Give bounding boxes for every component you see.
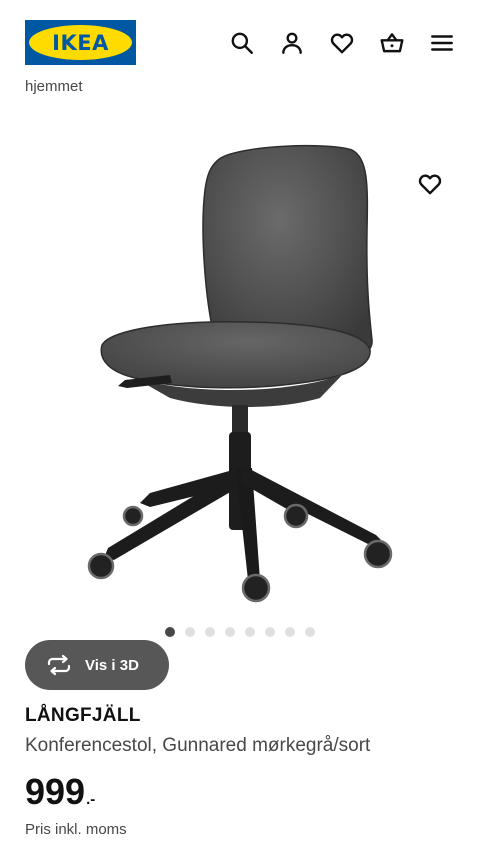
product-price: 999 .- <box>25 771 95 813</box>
heart-icon[interactable] <box>327 28 357 58</box>
menu-icon[interactable] <box>427 28 457 58</box>
product-image-chair <box>87 144 393 603</box>
gallery-dot[interactable] <box>185 627 195 637</box>
search-icon[interactable] <box>227 28 257 58</box>
view-3d-button[interactable]: Vis i 3D <box>25 640 169 690</box>
ikea-logo[interactable]: IKEA <box>25 20 136 65</box>
gallery-pagination <box>0 627 480 637</box>
basket-icon[interactable] <box>377 28 407 58</box>
gallery-dot[interactable] <box>265 627 275 637</box>
logo-oval: IKEA <box>29 25 132 60</box>
price-integer: 999 <box>25 771 86 812</box>
gallery-dot[interactable] <box>205 627 215 637</box>
heart-icon <box>418 174 442 195</box>
view-3d-label: Vis i 3D <box>85 656 139 674</box>
add-to-favourites-button[interactable] <box>414 168 446 200</box>
price-note: Pris inkl. moms <box>25 821 127 838</box>
product-image-gallery[interactable]: Vis i 3D <box>0 110 480 690</box>
price-decimal: .- <box>86 791 96 808</box>
gallery-dot[interactable] <box>245 627 255 637</box>
gallery-dot[interactable] <box>285 627 295 637</box>
breadcrumb-link[interactable]: hjemmet <box>25 80 83 95</box>
gallery-dot[interactable] <box>165 627 175 637</box>
logo-text: IKEA <box>52 30 109 55</box>
gallery-dot[interactable] <box>305 627 315 637</box>
rotate-3d-icon <box>47 654 71 676</box>
breadcrumb: hjemmet <box>25 80 83 98</box>
gallery-dot[interactable] <box>225 627 235 637</box>
user-icon[interactable] <box>277 28 307 58</box>
product-name: LÅNGFJÄLL <box>25 705 141 726</box>
product-description: Konferencestol, Gunnared mørkegrå/sort <box>25 735 371 756</box>
site-header: IKEA <box>0 0 480 86</box>
